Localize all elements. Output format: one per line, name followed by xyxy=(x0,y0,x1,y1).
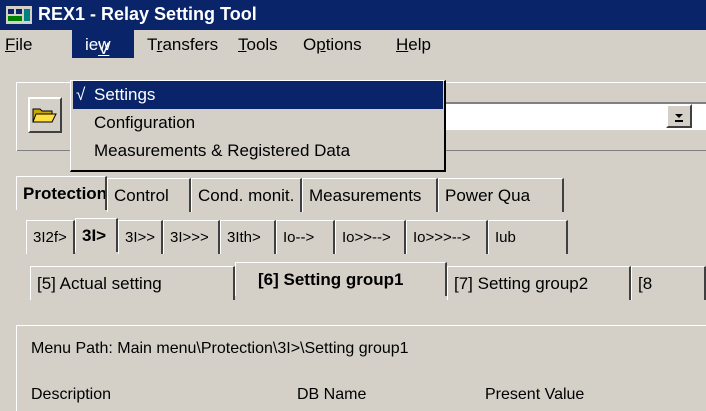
menu-path: Menu Path: Main menu\Protection\3I>\Sett… xyxy=(31,340,409,357)
tab-power-quality[interactable]: Power Qua xyxy=(438,178,564,212)
menu-view[interactable]: View xyxy=(72,30,134,58)
menu-options[interactable]: Options xyxy=(303,34,362,56)
column-present-value: Present Value xyxy=(485,386,585,403)
folder-icon xyxy=(32,108,57,123)
tab-setting-group1[interactable]: [6] Setting group1 xyxy=(235,262,447,296)
tab-io[interactable]: Io--> xyxy=(276,220,335,254)
window-title: REX1 - Relay Setting Tool xyxy=(38,4,257,24)
menu-tools[interactable]: Tools xyxy=(238,34,278,56)
tab-setting-group3[interactable]: [8 xyxy=(631,266,706,300)
chevron-down-icon xyxy=(675,114,683,122)
tab-3i2[interactable]: 3I>> xyxy=(118,220,163,254)
tab-3ith[interactable]: 3Ith> xyxy=(220,220,276,254)
tab-3i[interactable]: 3I> xyxy=(75,218,118,252)
menu-item-settings[interactable]: √ Settings xyxy=(73,81,443,109)
tabs-setting-groups: [5] Actual setting [6] Setting group1 [7… xyxy=(0,260,706,302)
content-panel: Menu Path: Main menu\Protection\3I>\Sett… xyxy=(16,325,706,411)
menu-file[interactable]: File xyxy=(5,34,32,56)
tab-io2[interactable]: Io>>--> xyxy=(335,220,406,254)
tab-3i2f[interactable]: 3I2f> xyxy=(26,220,75,254)
column-description: Description xyxy=(31,386,112,403)
tab-setting-group2[interactable]: [7] Setting group2 xyxy=(447,266,631,300)
checkmark-icon: √ xyxy=(76,85,86,104)
menu-item-configuration[interactable]: Configuration xyxy=(73,109,443,137)
tab-cond-monit[interactable]: Cond. monit. xyxy=(191,178,302,212)
tabs-protection: 3I2f> 3I> 3I>> 3I>>> 3Ith> Io--> Io>>-->… xyxy=(0,214,706,256)
tab-measurements[interactable]: Measurements xyxy=(302,178,438,212)
open-button[interactable] xyxy=(28,97,62,133)
menu-transfers[interactable]: Transfers xyxy=(147,34,218,56)
tab-actual-setting[interactable]: [5] Actual setting xyxy=(30,266,235,300)
app-icon xyxy=(6,6,32,24)
tab-3i3[interactable]: 3I>>> xyxy=(163,220,220,254)
combo-dropdown-button[interactable] xyxy=(666,104,692,128)
tab-io3[interactable]: Io>>>--> xyxy=(406,220,488,254)
title-bar: REX1 - Relay Setting Tool xyxy=(0,0,706,30)
menu-item-measurements[interactable]: Measurements & Registered Data xyxy=(73,137,443,165)
column-db-name: DB Name xyxy=(297,386,367,403)
view-menu-dropdown: √ Settings Configuration Measurements & … xyxy=(70,80,446,172)
tab-protection[interactable]: Protection xyxy=(16,176,107,210)
relay-combo[interactable] xyxy=(410,102,706,130)
menu-help[interactable]: Help xyxy=(396,34,431,56)
tab-iub[interactable]: Iub xyxy=(488,220,568,254)
tab-control[interactable]: Control xyxy=(107,178,191,212)
tabs-main: Protection Control Cond. monit. Measurem… xyxy=(0,172,706,214)
